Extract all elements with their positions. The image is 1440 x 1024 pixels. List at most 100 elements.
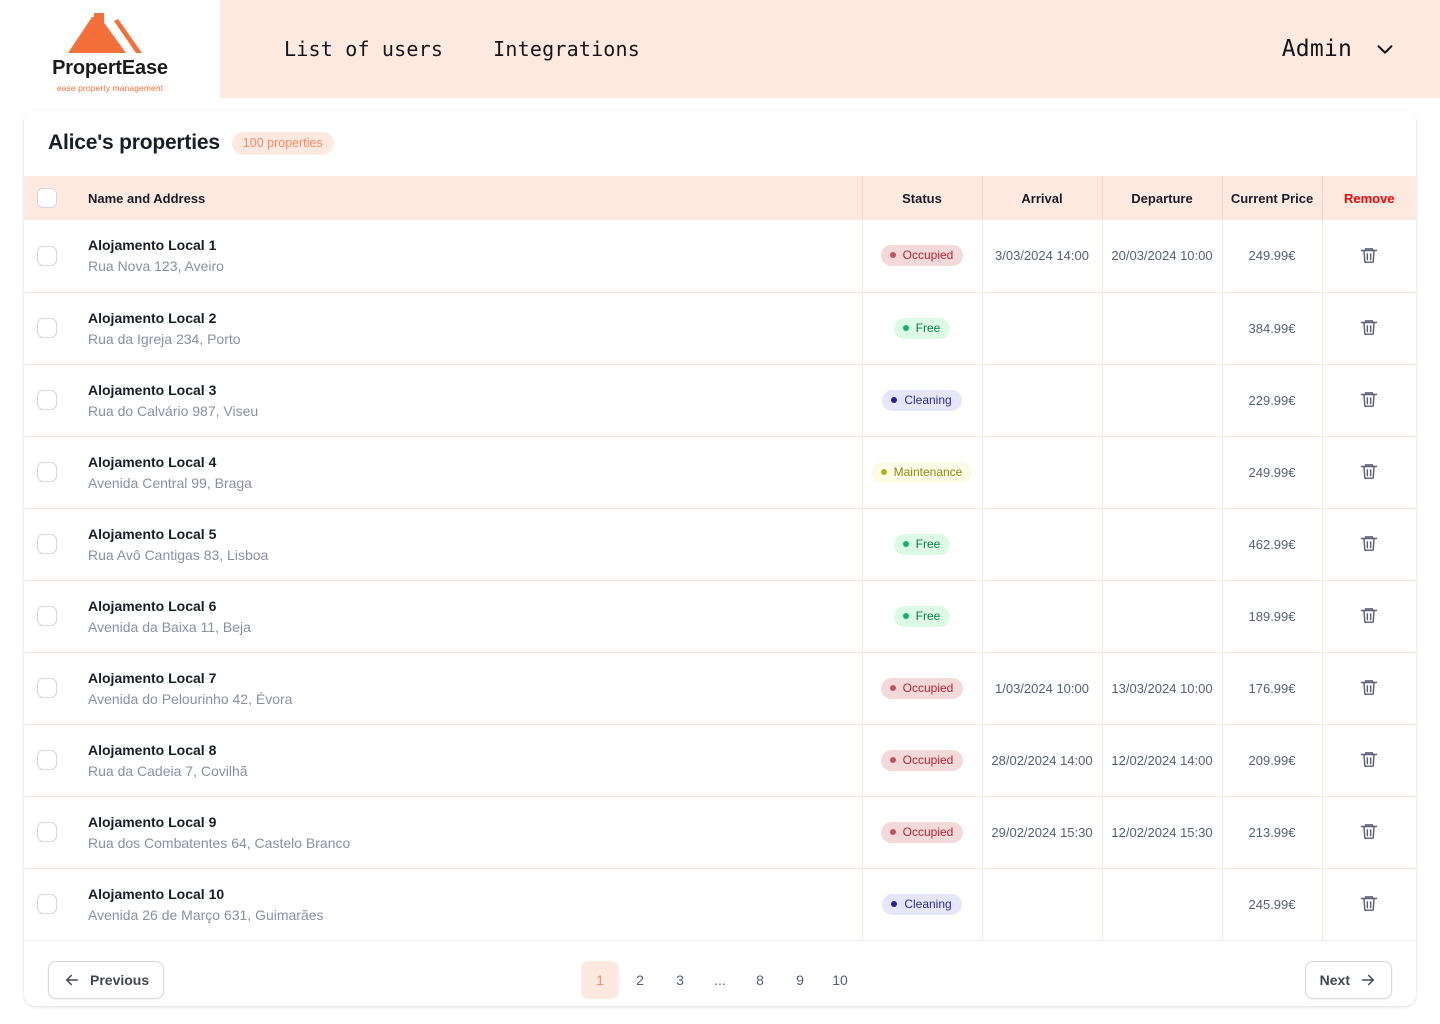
delete-row-button[interactable]: [1355, 601, 1383, 630]
delete-row-button[interactable]: [1355, 673, 1383, 702]
row-checkbox[interactable]: [37, 534, 57, 554]
chevron-down-icon[interactable]: [1374, 38, 1396, 60]
delete-row-button[interactable]: [1355, 313, 1383, 342]
status-label: Occupied: [902, 824, 954, 839]
page-ellipsis: ...: [714, 971, 726, 988]
table-row[interactable]: Alojamento Local 6 Avenida da Baixa 11, B…: [24, 580, 1416, 652]
delete-row-button[interactable]: [1355, 889, 1383, 918]
departure-cell: 12/02/2024 15:30: [1101, 796, 1222, 868]
page-title: Alice's properties: [48, 131, 220, 154]
status-badge: Cleaning: [882, 389, 962, 411]
column-header-arrival[interactable]: Arrival: [981, 176, 1102, 220]
status-cell: Free: [861, 508, 982, 580]
delete-row-button[interactable]: [1355, 817, 1383, 846]
pagination-bar: Previous 1 2 3... 8 9 10 Next: [24, 940, 1416, 1006]
row-checkbox[interactable]: [37, 390, 57, 410]
arrival-cell: 28/02/2024 14:00: [981, 724, 1102, 796]
row-checkbox[interactable]: [37, 606, 57, 626]
property-name-cell: Alojamento Local 1 Rua Nova 123, Aveiro: [70, 220, 862, 292]
row-checkbox[interactable]: [37, 678, 57, 698]
page-number-2[interactable]: 2: [621, 961, 659, 999]
next-page-label: Next: [1319, 971, 1350, 988]
status-badge: Occupied: [880, 245, 964, 267]
arrival-cell: [981, 436, 1102, 508]
page-number-10[interactable]: 10: [821, 961, 859, 999]
delete-row-button[interactable]: [1355, 457, 1383, 486]
departure-cell: 12/02/2024 14:00: [1101, 724, 1222, 796]
trash-icon: [1359, 893, 1379, 914]
property-name-cell: Alojamento Local 7 Avenida do Pelourinho …: [70, 652, 862, 724]
property-name: Alojamento Local 7: [88, 669, 217, 686]
table-row[interactable]: Alojamento Local 8 Rua da Cadeia 7, Covil…: [24, 724, 1416, 796]
remove-cell: [1321, 796, 1416, 868]
status-badge: Occupied: [880, 821, 964, 843]
remove-cell: [1321, 364, 1416, 436]
page-number-1[interactable]: 1: [581, 960, 619, 999]
price-cell: 213.99€: [1221, 796, 1322, 868]
table-row[interactable]: Alojamento Local 9 Rua dos Combatentes 64…: [24, 796, 1416, 868]
price-cell: 249.99€: [1221, 436, 1322, 508]
departure-cell: 13/03/2024 10:00: [1101, 652, 1222, 724]
arrival-cell: [981, 508, 1102, 580]
column-header-status[interactable]: Status: [861, 176, 982, 220]
page-number-8[interactable]: 8: [741, 961, 779, 999]
select-all-checkbox[interactable]: [37, 188, 57, 208]
row-checkbox[interactable]: [37, 462, 57, 482]
account-label: Admin: [1281, 36, 1352, 62]
table-row[interactable]: Alojamento Local 4 Avenida Central 99, Br…: [24, 436, 1416, 508]
arrival-cell: 1/03/2024 10:00: [981, 652, 1102, 724]
property-address: Rua do Calvário 987, Viseu: [88, 402, 259, 419]
table-row[interactable]: Alojamento Local 5 Rua Avô Cantigas 83, L…: [24, 508, 1416, 580]
row-checkbox[interactable]: [37, 318, 57, 338]
status-cell: Free: [861, 292, 982, 364]
status-badge: Free: [893, 605, 951, 627]
table-row[interactable]: Alojamento Local 10 Avenida 26 de Março 6…: [24, 868, 1416, 940]
page-number-list: 1 2 3... 8 9 10: [581, 960, 859, 999]
arrival-cell: [981, 868, 1102, 940]
page-number-3[interactable]: 3: [661, 961, 699, 999]
property-address: Rua dos Combatentes 64, Castelo Branco: [88, 834, 351, 851]
brand-logo-area[interactable]: PropertEase ease property management: [0, 0, 220, 98]
status-label: Maintenance: [893, 464, 963, 479]
nav-item-integrations[interactable]: Integrations: [493, 37, 640, 61]
row-select-cell: [24, 652, 70, 724]
delete-row-button[interactable]: [1355, 745, 1383, 774]
status-badge: Occupied: [880, 749, 964, 771]
column-header-departure[interactable]: Departure: [1101, 176, 1222, 220]
delete-row-button[interactable]: [1355, 385, 1383, 414]
trash-icon: [1359, 821, 1379, 842]
property-address: Rua da Igreja 234, Porto: [88, 330, 241, 347]
row-checkbox[interactable]: [37, 245, 57, 266]
property-name-cell: Alojamento Local 6 Avenida da Baixa 11, B…: [70, 580, 862, 652]
table-row[interactable]: Alojamento Local 3 Rua do Calvário 987, V…: [24, 364, 1416, 436]
status-label: Free: [915, 536, 941, 551]
next-page-button[interactable]: Next: [1304, 960, 1392, 999]
previous-page-label: Previous: [90, 971, 150, 988]
table-row[interactable]: Alojamento Local 2 Rua da Igreja 234, Por…: [24, 292, 1416, 364]
property-name-cell: Alojamento Local 5 Rua Avô Cantigas 83, L…: [70, 508, 862, 580]
page-number-9[interactable]: 9: [781, 961, 819, 999]
remove-cell: [1321, 436, 1416, 508]
status-dot-icon: [902, 324, 909, 331]
previous-page-button[interactable]: Previous: [48, 960, 165, 999]
row-checkbox[interactable]: [37, 894, 57, 915]
column-header-current-price[interactable]: Current Price: [1221, 176, 1322, 220]
trash-icon: [1359, 533, 1379, 554]
column-header-name[interactable]: Name and Address: [70, 176, 862, 220]
delete-row-button[interactable]: [1355, 529, 1383, 558]
row-select-cell: [24, 796, 70, 868]
column-header-remove[interactable]: Remove: [1321, 176, 1416, 220]
status-dot-icon: [889, 252, 896, 259]
row-select-cell: [24, 436, 70, 508]
table-row[interactable]: Alojamento Local 1 Rua Nova 123, Aveiro Oc…: [24, 220, 1416, 292]
departure-cell: [1101, 292, 1222, 364]
row-checkbox[interactable]: [37, 750, 57, 770]
delete-row-button[interactable]: [1355, 241, 1383, 270]
account-menu[interactable]: Admin: [1282, 36, 1396, 62]
status-badge: Occupied: [880, 677, 964, 699]
nav-item-list-of-users[interactable]: List of users: [284, 37, 443, 61]
table-row[interactable]: Alojamento Local 7 Avenida do Pelourinho …: [24, 652, 1416, 724]
row-checkbox[interactable]: [37, 822, 57, 842]
property-name: Alojamento Local 4: [88, 453, 217, 470]
row-select-cell: [24, 724, 70, 796]
